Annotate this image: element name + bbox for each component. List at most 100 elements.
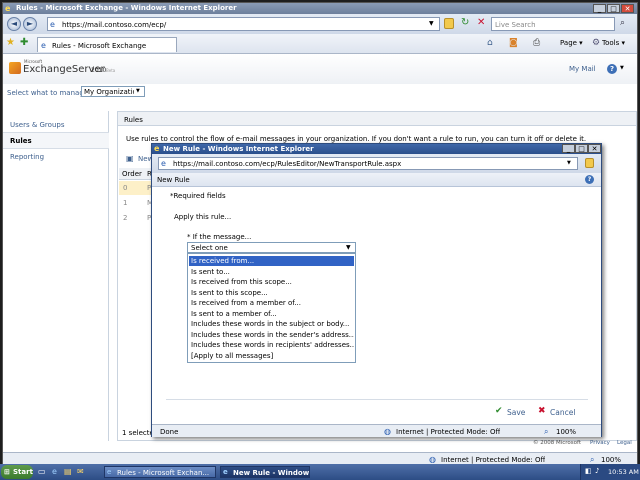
nav-reporting[interactable]: Reporting (3, 149, 109, 165)
option-received-from[interactable]: Is received from... (189, 256, 354, 266)
close-button[interactable]: ✕ (621, 4, 634, 13)
popup-close-button[interactable]: ✕ (588, 144, 601, 153)
title-bar[interactable]: e Rules - Microsoft Exchange - Windows I… (3, 3, 637, 14)
nav-users-groups[interactable]: Users & Groups (3, 117, 109, 133)
copyright-text: © 2008 Microsoft (533, 440, 582, 446)
search-placeholder: Live Search (495, 21, 536, 29)
exchange-logo-icon (9, 62, 21, 74)
back-button[interactable]: ◄ (7, 17, 21, 31)
section-title: Rules (124, 116, 143, 124)
quicklaunch-ie-icon[interactable]: e (52, 467, 57, 476)
nav-rules[interactable]: Rules (3, 133, 109, 149)
save-label: Save (507, 408, 526, 417)
tray-volume-icon[interactable]: ♪ (595, 467, 599, 475)
page-menu[interactable]: Page ▾ (560, 39, 588, 47)
print-icon[interactable]: ⎙ (533, 38, 540, 48)
lock-icon[interactable] (444, 18, 454, 29)
save-button[interactable]: ✔ Save (495, 406, 529, 418)
address-dropdown-icon[interactable]: ▼ (429, 20, 434, 27)
address-bar[interactable]: e https://mail.contoso.com/ecp/ ▼ (47, 17, 440, 31)
popup-header-title: New Rule (157, 176, 190, 184)
feeds-icon[interactable]: ◙ (509, 38, 518, 48)
manage-select[interactable]: My Organization ▼ (81, 86, 145, 97)
help-dropdown-icon[interactable]: ▼ (620, 65, 624, 71)
option-received-from-scope[interactable]: Is received from this scope... (189, 277, 354, 287)
manage-select-value: My Organization (84, 88, 134, 96)
popup-help-button[interactable]: ? (585, 175, 594, 184)
popup-title-bar[interactable]: e New Rule - Windows Internet Explorer _… (152, 144, 601, 154)
popup-address-dropdown-icon[interactable]: ▼ (567, 160, 571, 166)
add-favorites-icon[interactable]: ✚ (20, 37, 28, 48)
status-zoom[interactable]: 100% (601, 456, 621, 464)
tab-page-icon: e (41, 41, 46, 50)
start-label: Start (13, 468, 33, 476)
taskbar-ie-icon: e (107, 468, 112, 476)
option-sent-to-scope[interactable]: Is sent to this scope... (189, 288, 354, 298)
privacy-link[interactable]: Privacy (590, 440, 610, 446)
taskbar-ie-icon: e (223, 468, 228, 476)
cancel-button[interactable]: ✖ Cancel (538, 406, 582, 418)
popup-address-bar[interactable]: e https://mail.contoso.com/ecp/RulesEdit… (158, 157, 578, 170)
popup-divider (166, 399, 588, 400)
option-words-subject-body[interactable]: Includes these words in the subject or b… (189, 319, 354, 329)
new-rule-icon[interactable]: ▣ (126, 154, 134, 163)
forward-button[interactable]: ► (23, 17, 37, 31)
row-order: 1 (123, 199, 128, 207)
help-button[interactable]: ? (607, 64, 617, 74)
tab-rules[interactable]: e Rules - Microsoft Exchange (37, 37, 177, 52)
tray-network-icon[interactable]: ◧ (585, 467, 592, 475)
taskbar-item-new-rule[interactable]: e New Rule - Windows I... (220, 466, 310, 478)
page-menu-label: Page (560, 39, 577, 47)
condition-select-value: Select one (191, 244, 228, 252)
ie-icon: e (5, 4, 11, 13)
stop-icon[interactable]: ✕ (477, 17, 485, 28)
option-sent-to-member[interactable]: Is sent to a member of... (189, 309, 354, 319)
option-sent-to[interactable]: Is sent to... (189, 267, 354, 277)
my-mail-link[interactable]: My Mail (569, 65, 596, 73)
col-order[interactable]: Order (122, 170, 142, 178)
if-message-label: * If the message... (187, 233, 252, 241)
popup-ie-icon: e (154, 144, 160, 153)
popup-status-zoom[interactable]: 100% (556, 428, 576, 436)
rules-description: Use rules to control the flow of e-mail … (126, 135, 587, 143)
condition-options-list: Is received from... Is sent to... Is rec… (187, 253, 356, 363)
address-toolbar: ◄ ► e https://mail.contoso.com/ecp/ ▼ ↻ … (3, 14, 637, 34)
ecp-footer: © 2008 Microsoft Privacy Legal (3, 439, 637, 449)
maximize-button[interactable]: □ (607, 4, 620, 13)
popup-zoom-icon: ⌕ (544, 427, 549, 436)
search-icon[interactable]: ⌕ (620, 18, 625, 28)
option-words-sender-address[interactable]: Includes these words in the sender's add… (189, 330, 354, 340)
popup-minimize-button[interactable]: _ (562, 144, 575, 153)
quicklaunch-email-icon[interactable]: ✉ (77, 467, 84, 476)
tools-menu[interactable]: Tools ▾ (602, 39, 636, 47)
quicklaunch-desktop-icon[interactable]: ▭ (38, 467, 46, 476)
popup-page-icon: e (161, 159, 166, 168)
tab-label: Rules - Microsoft Exchange (52, 42, 147, 50)
legal-link[interactable]: Legal (617, 440, 632, 446)
minimize-button[interactable]: _ (593, 4, 606, 13)
popup-status-done: Done (160, 428, 179, 436)
home-icon[interactable]: ⌂ (487, 38, 493, 48)
favorites-star-icon[interactable]: ★ (6, 37, 15, 48)
quicklaunch-explorer-icon[interactable]: ▤ (64, 467, 72, 476)
left-nav: Users & Groups Rules Reporting (3, 111, 109, 441)
option-apply-all[interactable]: [Apply to all messages] (189, 351, 354, 361)
new-rule-window: e New Rule - Windows Internet Explorer _… (151, 143, 602, 437)
popup-lock-icon[interactable] (585, 158, 594, 168)
condition-select[interactable]: Select one ▼ (187, 242, 356, 253)
popup-maximize-button[interactable]: □ (575, 144, 588, 153)
taskbar-item-rules[interactable]: e Rules - Microsoft Exchan... (104, 466, 216, 478)
search-input[interactable]: Live Search (491, 17, 615, 31)
popup-globe-icon: ◍ (384, 427, 391, 436)
status-zone: Internet | Protected Mode: Off (441, 456, 546, 464)
start-button[interactable]: ⊞ Start (1, 465, 33, 479)
page-icon: e (50, 20, 55, 29)
windows-logo-icon: ⊞ (4, 468, 10, 476)
popup-status-bar: Done ◍ Internet | Protected Mode: Off ⌕ … (152, 424, 601, 437)
chevron-down-icon: ▼ (136, 88, 140, 94)
option-received-from-member[interactable]: Is received from a member of... (189, 298, 354, 308)
logo-beta: Beta (106, 68, 116, 73)
option-words-recipient-address[interactable]: Includes these words in recipients' addr… (189, 340, 354, 350)
tools-gear-icon: ⚙ (592, 38, 601, 48)
refresh-icon[interactable]: ↻ (461, 17, 469, 28)
